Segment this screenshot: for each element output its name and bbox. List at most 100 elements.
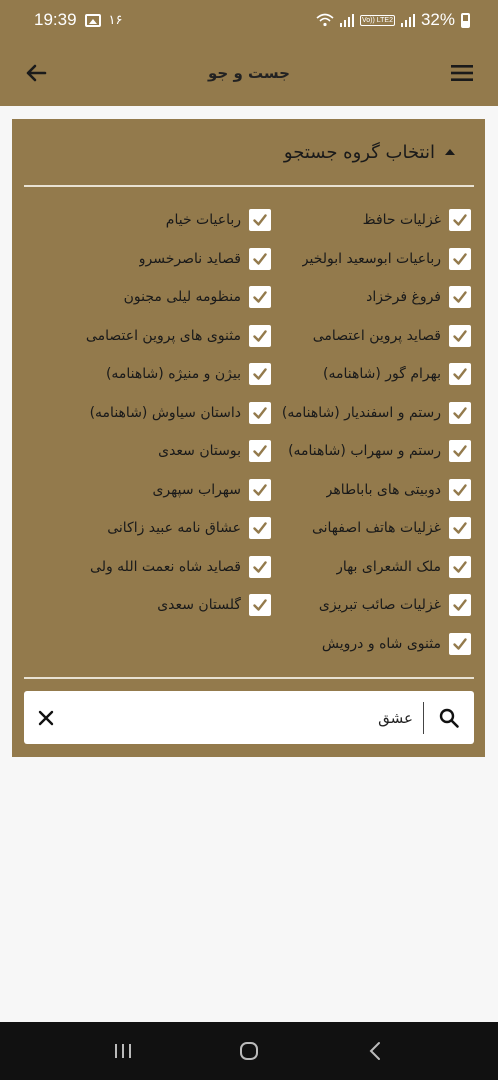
- group-checkbox-item[interactable]: مثنوی های پروین اعتصامی: [71, 317, 271, 356]
- checkbox-label: داستان سیاوش (شاهنامه): [89, 404, 241, 421]
- checkbox[interactable]: [449, 247, 471, 270]
- checkmark-icon: [453, 214, 467, 226]
- recent-apps-button[interactable]: [103, 1031, 143, 1071]
- checkbox-label: مثنوی های پروین اعتصامی: [85, 327, 241, 344]
- group-checkbox-item[interactable]: غزلیات صائب تبریزی: [271, 586, 471, 625]
- app-bar: جست و جو: [0, 40, 498, 106]
- group-checkbox-item[interactable]: عشاق نامه عبید زاکانی: [71, 509, 271, 548]
- checkbox-label: بوستان سعدی: [158, 443, 241, 460]
- checkbox-label: رستم و اسفندیار (شاهنامه): [281, 404, 441, 421]
- notification-count: ۱۶: [108, 12, 123, 27]
- checkmark-icon: [453, 445, 467, 457]
- page-title: جست و جو: [208, 64, 290, 82]
- status-time: 19:39: [34, 10, 77, 29]
- checkbox-label: غزلیات صائب تبریزی: [318, 597, 441, 614]
- checkbox-label: قصاید شاه نعمت الله ولی: [90, 558, 241, 575]
- hamburger-icon: [451, 65, 473, 81]
- checkbox-label: بیژن و منیژه (شاهنامه): [105, 366, 241, 383]
- back-button[interactable]: [22, 59, 50, 87]
- menu-button[interactable]: [448, 59, 476, 87]
- checkbox[interactable]: [449, 363, 471, 386]
- checkbox[interactable]: [249, 401, 271, 424]
- system-nav-bar: [0, 1022, 498, 1080]
- magnifier-icon: [439, 708, 459, 728]
- checkmark-icon: [253, 368, 267, 380]
- checkbox[interactable]: [449, 324, 471, 347]
- status-bar: 19:39 ۱۶ Vo)) LTE2 32%: [0, 0, 498, 40]
- checkbox-label: غزلیات هاتف اصفهانی: [311, 520, 441, 537]
- checkbox[interactable]: [449, 401, 471, 424]
- status-bar-left: 19:39 ۱۶: [34, 10, 123, 30]
- group-checkbox-item[interactable]: بهرام گور (شاهنامه): [271, 355, 471, 394]
- group-checkbox-item[interactable]: رباعیات خیام: [71, 201, 271, 240]
- search-input[interactable]: [68, 691, 423, 744]
- group-checkbox-item[interactable]: رستم و اسفندیار (شاهنامه): [271, 394, 471, 433]
- checkbox[interactable]: [249, 517, 271, 540]
- checkbox[interactable]: [449, 286, 471, 309]
- checkmark-icon: [453, 561, 467, 573]
- checkbox[interactable]: [249, 555, 271, 578]
- group-checkbox-item[interactable]: فروغ فرخزاد: [271, 278, 471, 317]
- group-checkbox-item[interactable]: گلستان سعدی: [71, 586, 271, 625]
- checkbox[interactable]: [449, 517, 471, 540]
- group-checkbox-item[interactable]: ملک الشعرای بهار: [271, 548, 471, 587]
- checkbox[interactable]: [449, 209, 471, 232]
- checkmark-icon: [453, 407, 467, 419]
- checkbox[interactable]: [249, 440, 271, 463]
- group-checkbox-item[interactable]: منظومه لیلی مجنون: [71, 278, 271, 317]
- group-title: انتخاب گروه جستجو: [283, 141, 435, 163]
- status-bar-right: Vo)) LTE2 32%: [316, 10, 470, 30]
- checkbox[interactable]: [249, 286, 271, 309]
- search-box: [24, 691, 474, 744]
- home-button[interactable]: [229, 1031, 269, 1071]
- checkbox-label: منظومه لیلی مجنون: [123, 289, 241, 306]
- checkmark-icon: [253, 561, 267, 573]
- home-icon: [240, 1042, 258, 1060]
- group-checkbox-item[interactable]: غزلیات هاتف اصفهانی: [271, 509, 471, 548]
- group-checkbox-item[interactable]: رباعیات ابوسعید ابولخیر: [271, 240, 471, 279]
- wifi-icon: [316, 13, 334, 27]
- signal-icon-2: [400, 14, 415, 27]
- group-checkbox-item[interactable]: قصاید ناصرخسرو: [71, 240, 271, 279]
- checkbox[interactable]: [449, 555, 471, 578]
- search-button[interactable]: [424, 691, 474, 744]
- header-divider: [24, 185, 474, 187]
- checkbox-label: عشاق نامه عبید زاکانی: [107, 520, 241, 537]
- checkbox[interactable]: [249, 247, 271, 270]
- checkbox[interactable]: [449, 594, 471, 617]
- checkbox[interactable]: [449, 478, 471, 501]
- group-checkbox-item[interactable]: غزلیات حافظ: [271, 201, 471, 240]
- group-checkbox-item[interactable]: سهراب سپهری: [71, 471, 271, 510]
- checkbox-label: فروغ فرخزاد: [366, 289, 441, 306]
- checkbox[interactable]: [249, 324, 271, 347]
- checkbox[interactable]: [449, 440, 471, 463]
- battery-percent: 32%: [420, 10, 455, 29]
- group-checkbox-item[interactable]: رستم و سهراب (شاهنامه): [271, 432, 471, 471]
- checkmark-icon: [253, 253, 267, 265]
- group-checkbox-item[interactable]: داستان سیاوش (شاهنامه): [71, 394, 271, 433]
- checkbox-label: ملک الشعرای بهار: [336, 558, 441, 575]
- checkmark-icon: [253, 484, 267, 496]
- checkmark-icon: [453, 484, 467, 496]
- checkmark-icon: [253, 445, 267, 457]
- checkbox[interactable]: [449, 632, 471, 655]
- system-back-button[interactable]: [355, 1031, 395, 1071]
- group-header[interactable]: انتخاب گروه جستجو: [12, 119, 485, 185]
- group-checkbox-item[interactable]: بوستان سعدی: [71, 432, 271, 471]
- group-checkbox-item[interactable]: بیژن و منیژه (شاهنامه): [71, 355, 271, 394]
- checkbox[interactable]: [249, 594, 271, 617]
- checkmark-icon: [453, 291, 467, 303]
- group-checkbox-item[interactable]: دوبیتی های باباطاهر: [271, 471, 471, 510]
- checkbox[interactable]: [249, 478, 271, 501]
- group-checkbox-item[interactable]: قصاید پروین اعتصامی: [271, 317, 471, 356]
- group-checkbox-grid: غزلیات حافظ رباعیات خیام رباعیات ابوسعید ا…: [12, 201, 485, 663]
- clear-button[interactable]: [24, 691, 68, 744]
- group-checkbox-item[interactable]: مثنوی شاه و درویش: [271, 625, 471, 664]
- checkbox-label: سهراب سپهری: [152, 481, 241, 498]
- checkbox-label: رباعیات ابوسعید ابولخیر: [301, 250, 441, 267]
- group-checkbox-item[interactable]: قصاید شاه نعمت الله ولی: [71, 548, 271, 587]
- checkbox[interactable]: [249, 363, 271, 386]
- close-icon: [38, 710, 54, 725]
- checkmark-icon: [253, 214, 267, 226]
- checkbox[interactable]: [249, 209, 271, 232]
